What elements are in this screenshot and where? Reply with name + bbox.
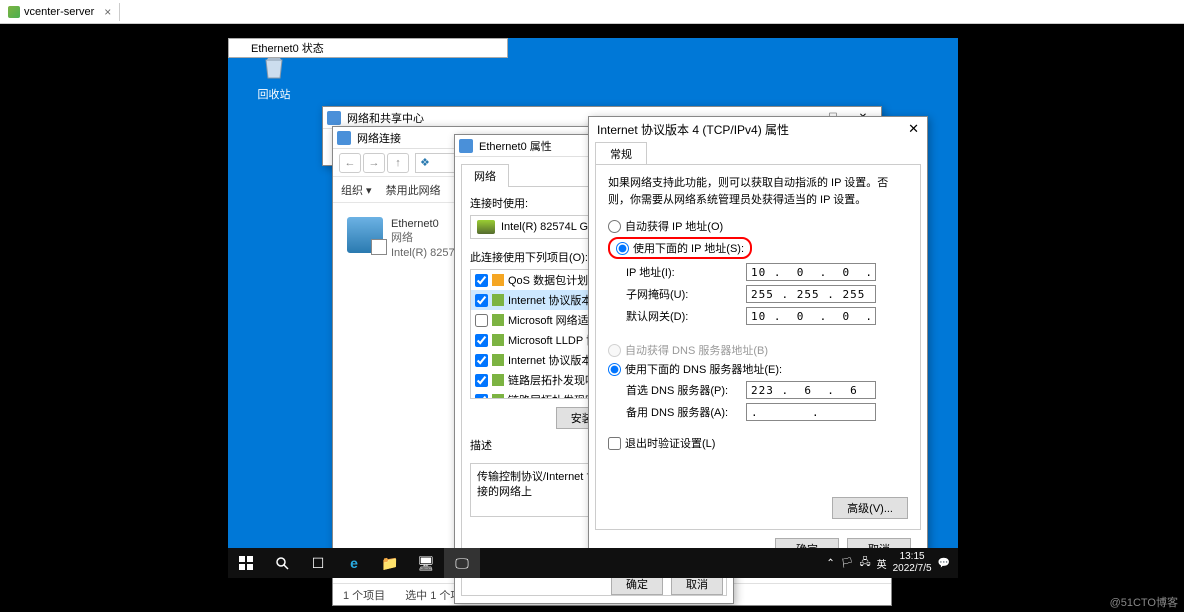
- taskbar-app-1[interactable]: 🖥: [408, 548, 444, 578]
- protocol-icon: [492, 294, 504, 306]
- task-view-button[interactable]: ☐: [300, 548, 336, 578]
- protocol-icon: [492, 374, 504, 386]
- auto-ip-label: 自动获得 IP 地址(O): [625, 218, 723, 234]
- close-button[interactable]: ✕: [908, 121, 919, 137]
- ip-address-label: IP 地址(I):: [626, 264, 746, 280]
- ipv4-info-text: 如果网络支持此功能，则可以获取自动指派的 IP 设置。否则，你需要从网络系统管理…: [608, 175, 908, 208]
- subnet-mask-label: 子网掩码(U):: [626, 286, 746, 302]
- dns2-input[interactable]: [746, 403, 876, 421]
- auto-dns-radio: [608, 344, 621, 357]
- network-center-icon: [327, 111, 341, 125]
- dns1-input[interactable]: [746, 381, 876, 399]
- ime-indicator[interactable]: 英: [877, 556, 887, 571]
- remote-desktop: 回收站 网络和共享中心 — ☐ ✕ 网络连接 ← → ↑ ❖: [228, 38, 958, 578]
- close-icon[interactable]: ×: [104, 5, 111, 19]
- nic-icon: [477, 220, 495, 234]
- validate-checkbox[interactable]: [608, 437, 621, 450]
- radio-auto-dns: 自动获得 DNS 服务器地址(B): [608, 342, 908, 358]
- disable-network-button[interactable]: 禁用此网络: [386, 182, 441, 198]
- gateway-input[interactable]: [746, 307, 876, 325]
- network-adapter-icon: [347, 217, 383, 253]
- ethernet-properties-title: Ethernet0 属性: [479, 138, 552, 154]
- protocol-checkbox[interactable]: [475, 334, 488, 347]
- organize-menu[interactable]: 组织 ▾: [341, 182, 372, 198]
- use-ip-radio[interactable]: [616, 242, 629, 255]
- protocol-checkbox[interactable]: [475, 354, 488, 367]
- forward-button[interactable]: →: [363, 153, 385, 173]
- recycle-bin-label: 回收站: [258, 89, 291, 101]
- network-connections-title: 网络连接: [357, 130, 401, 146]
- protocol-icon: [492, 334, 504, 346]
- radio-auto-ip[interactable]: 自动获得 IP 地址(O): [608, 218, 908, 234]
- back-button[interactable]: ←: [339, 153, 361, 173]
- ie-icon[interactable]: e: [336, 548, 372, 578]
- watermark: @51CTO博客: [1110, 594, 1178, 610]
- dns2-label: 备用 DNS 服务器(A):: [626, 404, 746, 420]
- protocol-icon: [492, 314, 504, 326]
- browser-tab-title: vcenter-server: [24, 6, 94, 18]
- use-dns-label: 使用下面的 DNS 服务器地址(E):: [625, 361, 782, 377]
- subnet-mask-input[interactable]: [746, 285, 876, 303]
- adapter-netname: 网络: [391, 231, 455, 245]
- protocol-checkbox[interactable]: [475, 394, 488, 400]
- radio-use-dns[interactable]: 使用下面的 DNS 服务器地址(E):: [608, 361, 908, 377]
- advanced-button[interactable]: 高级(V)...: [832, 497, 908, 519]
- browser-tab[interactable]: vcenter-server ×: [0, 3, 120, 21]
- taskbar-clock[interactable]: 13:15 2022/7/5: [893, 551, 932, 575]
- file-explorer-icon[interactable]: 📁: [372, 548, 408, 578]
- tray-flag-icon[interactable]: 🏳: [841, 558, 854, 569]
- protocol-icon: [492, 394, 504, 399]
- gateway-label: 默认网关(D):: [626, 308, 746, 324]
- adapter-name: Ethernet0: [391, 217, 455, 231]
- use-dns-radio[interactable]: [608, 363, 621, 376]
- adapter-device: Intel(R) 8257: [391, 246, 455, 260]
- taskbar-date: 2022/7/5: [893, 563, 932, 575]
- tray-network-icon[interactable]: 🖧: [859, 555, 870, 572]
- protocol-checkbox[interactable]: [475, 374, 488, 387]
- browser-tab-bar: vcenter-server ×: [0, 0, 1184, 24]
- tab-network[interactable]: 网络: [461, 164, 509, 187]
- auto-ip-radio[interactable]: [608, 220, 621, 233]
- use-ip-highlight: 使用下面的 IP 地址(S):: [608, 237, 752, 259]
- search-button[interactable]: [264, 548, 300, 578]
- ipv4-properties-dialog: Internet 协议版本 4 (TCP/IPv4) 属性 ✕ 常规 如果网络支…: [588, 116, 928, 562]
- ip-address-input[interactable]: [746, 263, 876, 281]
- use-ip-label: 使用下面的 IP 地址(S):: [633, 240, 744, 256]
- start-button[interactable]: [228, 548, 264, 578]
- protocol-checkbox[interactable]: [475, 294, 488, 307]
- taskbar: ☐ e 📁 🖥 🖵 ⌃ 🏳 🖧 英 13:15 2022/7/5 💬: [228, 548, 958, 578]
- recycle-bin-icon[interactable]: 回收站: [244, 50, 304, 102]
- dns1-label: 首选 DNS 服务器(P):: [626, 382, 746, 398]
- notifications-icon[interactable]: 💬: [938, 558, 950, 569]
- tray-up-icon[interactable]: ⌃: [826, 558, 834, 569]
- up-button[interactable]: ↑: [387, 153, 409, 173]
- validate-label: 退出时验证设置(L): [625, 435, 715, 451]
- taskbar-app-2[interactable]: 🖵: [444, 548, 480, 578]
- item-count: 1 个项目: [343, 587, 385, 603]
- tab-general[interactable]: 常规: [595, 142, 647, 165]
- auto-dns-label: 自动获得 DNS 服务器地址(B): [625, 342, 768, 358]
- protocol-icon: [492, 354, 504, 366]
- protocol-checkbox[interactable]: [475, 274, 488, 287]
- taskbar-time: 13:15: [893, 551, 932, 563]
- vcenter-favicon: [8, 6, 20, 18]
- protocol-checkbox[interactable]: [475, 314, 488, 327]
- network-center-title: 网络和共享中心: [347, 110, 424, 126]
- ipv4-dialog-title: Internet 协议版本 4 (TCP/IPv4) 属性: [597, 121, 789, 138]
- system-tray: ⌃ 🏳 🖧 英 13:15 2022/7/5 💬: [818, 551, 958, 575]
- ethernet-properties-icon: [459, 139, 473, 153]
- network-connections-icon: [337, 131, 351, 145]
- protocol-icon: [492, 274, 504, 286]
